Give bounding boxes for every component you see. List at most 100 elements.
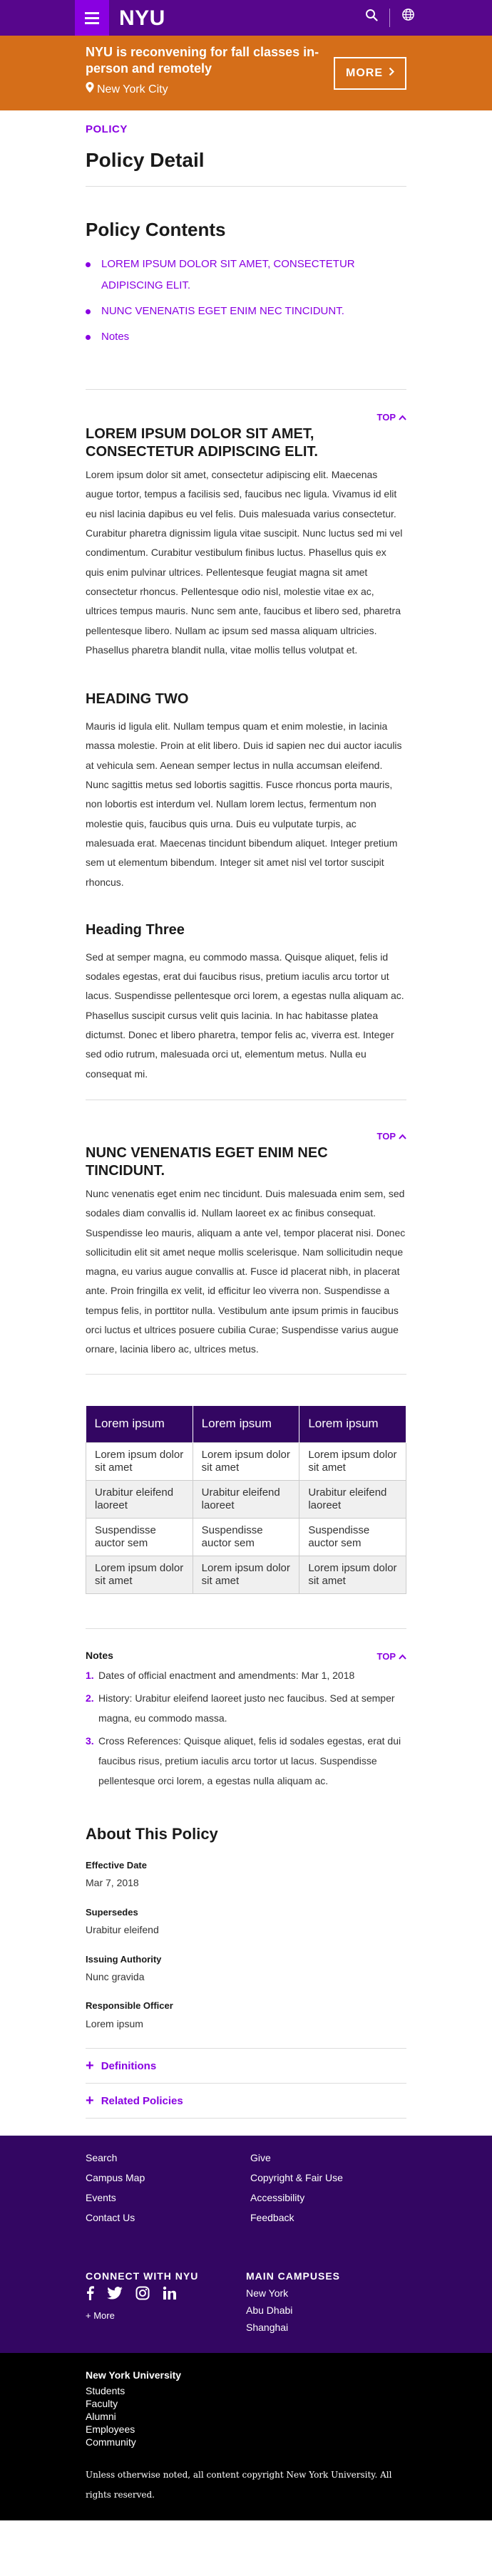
list-item: 1. Dates of official enactment and amendm… xyxy=(86,1670,355,1682)
table-cell: Suspendisse auctor sem xyxy=(299,1517,406,1556)
more-button[interactable]: MORE xyxy=(334,57,406,90)
section-heading: HEADING TWO xyxy=(86,691,189,708)
hamburger-icon xyxy=(85,11,99,14)
audience-link[interactable]: Community xyxy=(86,2434,136,2451)
social-links xyxy=(86,2286,177,2307)
nyu-logo[interactable]: NYU xyxy=(119,0,165,36)
connect-title: CONNECT WITH NYU xyxy=(86,2270,199,2282)
divider xyxy=(86,2118,406,2119)
top-link[interactable]: TOP xyxy=(86,410,406,425)
supersedes-label: Supersedes xyxy=(86,1906,138,1918)
footer: Search Campus Map Events Contact Us Give… xyxy=(0,2136,492,2354)
notes-title: Notes xyxy=(86,1649,113,1661)
footer-link-campus-map[interactable]: Campus Map xyxy=(86,2170,145,2187)
section-heading: LOREM IPSUM DOLOR SIT AMET, CONSECTETUR … xyxy=(86,426,318,460)
table-cell: Lorem ipsum dolor sit amet xyxy=(192,1442,300,1481)
toc-item[interactable]: Notes xyxy=(86,326,406,348)
plus-icon: + xyxy=(86,2058,94,2074)
effective-date-value: Mar 7, 2018 xyxy=(86,1876,139,1888)
footer-link-contact[interactable]: Contact Us xyxy=(86,2210,135,2227)
top-link[interactable]: TOP xyxy=(86,1129,406,1144)
about-title: About This Policy xyxy=(86,1825,218,1843)
divider xyxy=(86,389,406,390)
list-item: 3. Cross References: Quisque aliquet, fel… xyxy=(86,1735,401,1787)
table-cell: Urabitur eleifend laoreet xyxy=(299,1479,406,1519)
notes-list: 1. Dates of official enactment and amendm… xyxy=(86,1665,406,1791)
campus-link[interactable]: Shanghai xyxy=(246,2319,288,2337)
table-header-row: Lorem ipsum Lorem ipsum Lorem ipsum xyxy=(86,1405,406,1443)
org-name[interactable]: New York University xyxy=(86,2367,181,2384)
linkedin-icon[interactable] xyxy=(163,2286,177,2307)
section-body: Mauris id ligula elit. Nullam tempus qua… xyxy=(86,720,402,888)
copyright-text: Unless otherwise noted, all content copy… xyxy=(86,2470,392,2500)
table-cell: Lorem ipsum dolor sit amet xyxy=(86,1555,193,1594)
table-header: Lorem ipsum xyxy=(86,1405,193,1443)
table-row: Suspendisse auctor sem Suspendisse aucto… xyxy=(86,1517,406,1556)
table-cell: Lorem ipsum dolor sit amet xyxy=(299,1442,406,1481)
section-body: Sed at semper magna, eu commodo massa. Q… xyxy=(86,951,404,1080)
notes-section: Notes TOP 1. Dates of official enactment … xyxy=(86,1647,406,1791)
more-social-link[interactable]: + More xyxy=(86,2308,115,2324)
footer-link-give[interactable]: Give xyxy=(250,2150,271,2167)
main-content: POLICY Policy Detail Policy Contents LOR… xyxy=(86,110,406,2119)
breadcrumb[interactable]: POLICY xyxy=(86,120,406,139)
toc-item[interactable]: LOREM IPSUM DOLOR SIT AMET, CONSECTETUR … xyxy=(86,254,406,296)
top-nav: NYU xyxy=(0,0,492,36)
chevron-up-icon xyxy=(399,1129,406,1144)
footer-link-search[interactable]: Search xyxy=(86,2150,117,2167)
search-icon[interactable] xyxy=(365,9,378,28)
table-cell: Suspendisse auctor sem xyxy=(86,1517,193,1556)
section-body: Lorem ipsum dolor sit amet, consectetur … xyxy=(86,469,403,656)
accordion-related-policies[interactable]: + Related Policies xyxy=(86,2084,406,2118)
section-heading: Heading Three xyxy=(86,921,185,938)
twitter-icon[interactable] xyxy=(107,2287,123,2306)
campuses-title: MAIN CAMPUSES xyxy=(246,2270,341,2282)
globe-icon[interactable] xyxy=(401,8,415,28)
toc-item[interactable]: NUNC VENENATIS EGET ENIM NEC TINCIDUNT. xyxy=(86,301,406,322)
issuing-authority-value: Nunc gravida xyxy=(86,1970,145,1982)
table-cell: Urabitur eleifend laoreet xyxy=(192,1479,300,1519)
alert-title[interactable]: NYU is reconvening for fall classes in-p… xyxy=(86,44,342,76)
footer-link-accessibility[interactable]: Accessibility xyxy=(250,2190,304,2207)
table-cell: Suspendisse auctor sem xyxy=(192,1517,300,1556)
table-cell: Lorem ipsum dolor sit amet xyxy=(299,1555,406,1594)
accordion-definitions[interactable]: + Definitions xyxy=(86,2049,406,2083)
alert-banner: NYU is reconvening for fall classes in-p… xyxy=(0,36,492,110)
table-row: Lorem ipsum dolor sit amet Lorem ipsum d… xyxy=(86,1442,406,1481)
data-table: Lorem ipsum Lorem ipsum Lorem ipsum Lore… xyxy=(86,1405,406,1594)
facebook-icon[interactable] xyxy=(86,2286,94,2307)
list-item: 2. History: Urabitur eleifend laoreet jus… xyxy=(86,1692,395,1724)
table-cell: Lorem ipsum dolor sit amet xyxy=(192,1555,300,1594)
instagram-icon[interactable] xyxy=(135,2286,150,2307)
chevron-up-icon xyxy=(399,1649,406,1665)
section-body: Nunc venenatis eget enim nec tincidunt. … xyxy=(86,1187,406,1355)
responsible-officer-label: Responsible Officer xyxy=(86,2000,173,2012)
toc-list: LOREM IPSUM DOLOR SIT AMET, CONSECTETUR … xyxy=(86,254,406,348)
map-pin-icon xyxy=(86,80,94,99)
divider xyxy=(86,1373,406,1375)
contents-title: Policy Contents xyxy=(86,218,226,240)
page-title: Policy Detail xyxy=(86,148,205,171)
menu-button[interactable] xyxy=(75,0,109,36)
table-header: Lorem ipsum xyxy=(299,1405,406,1443)
campus-link[interactable]: Abu Dhabi xyxy=(246,2302,292,2319)
issuing-authority-label: Issuing Authority xyxy=(86,1953,162,1965)
bottom-footer: New York University Students Faculty Alu… xyxy=(0,2353,492,2521)
supersedes-value: Urabitur eleifend xyxy=(86,1923,159,1935)
footer-link-events[interactable]: Events xyxy=(86,2190,116,2207)
divider xyxy=(86,185,406,187)
campus-link[interactable]: New York xyxy=(246,2285,288,2302)
table-row: Urabitur eleifend laoreet Urabitur eleif… xyxy=(86,1479,406,1519)
effective-date-label: Effective Date xyxy=(86,1859,147,1871)
table-header: Lorem ipsum xyxy=(193,1405,300,1443)
responsible-officer-value: Lorem ipsum xyxy=(86,2017,143,2029)
table-row: Lorem ipsum dolor sit amet Lorem ipsum d… xyxy=(86,1555,406,1594)
table-cell: Urabitur eleifend laoreet xyxy=(86,1479,193,1519)
footer-link-copyright[interactable]: Copyright & Fair Use xyxy=(250,2170,343,2187)
divider xyxy=(86,1628,406,1629)
alert-location: New York City xyxy=(86,80,168,99)
top-link[interactable]: TOP xyxy=(377,1649,407,1665)
section-heading: NUNC VENENATIS EGET ENIM NEC TINCIDUNT. xyxy=(86,1144,328,1179)
chevron-up-icon xyxy=(399,410,406,425)
footer-link-feedback[interactable]: Feedback xyxy=(250,2210,294,2227)
